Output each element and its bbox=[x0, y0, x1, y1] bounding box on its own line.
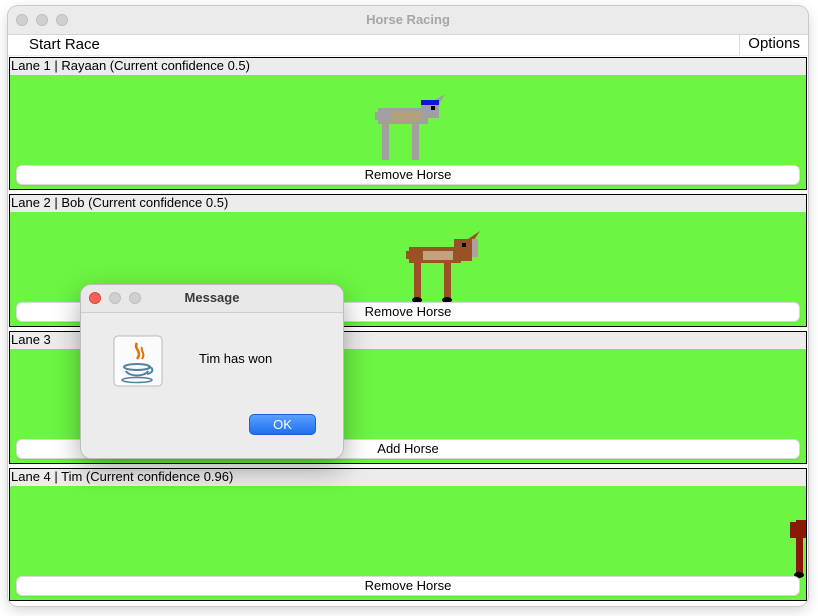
remove-horse-button[interactable]: Remove Horse bbox=[16, 576, 800, 596]
darkred-horse-icon bbox=[790, 520, 806, 578]
lane-label: Lane 4 | Tim (Current confidence 0.96) bbox=[11, 469, 234, 484]
dialog-message: Tim has won bbox=[199, 351, 273, 366]
menu-options[interactable]: Options bbox=[739, 35, 808, 55]
message-dialog: Message Tim has won OK bbox=[81, 285, 343, 458]
remove-horse-button[interactable]: Remove Horse bbox=[16, 165, 800, 185]
lane-4: Lane 4 | Tim (Current confidence 0.96) R… bbox=[9, 468, 807, 601]
menu-start-race[interactable]: Start Race bbox=[29, 36, 100, 53]
lane-label: Lane 1 | Rayaan (Current confidence 0.5) bbox=[11, 58, 250, 73]
brown-horse-icon bbox=[406, 231, 480, 303]
dialog-title-bar: Message bbox=[81, 285, 343, 313]
dialog-title: Message bbox=[184, 290, 240, 305]
window-title: Horse Racing bbox=[366, 12, 450, 27]
lane-label: Lane 2 | Bob (Current confidence 0.5) bbox=[11, 195, 229, 210]
java-icon bbox=[113, 335, 163, 387]
menu-bar: Start Race Options bbox=[8, 35, 808, 55]
ok-button[interactable]: OK bbox=[249, 414, 316, 435]
title-bar: Horse Racing bbox=[8, 6, 808, 35]
lane-1: Lane 1 | Rayaan (Current confidence 0.5)… bbox=[9, 57, 807, 190]
grey-horse-icon bbox=[375, 94, 445, 160]
lane-label: Lane 3 bbox=[11, 332, 51, 347]
